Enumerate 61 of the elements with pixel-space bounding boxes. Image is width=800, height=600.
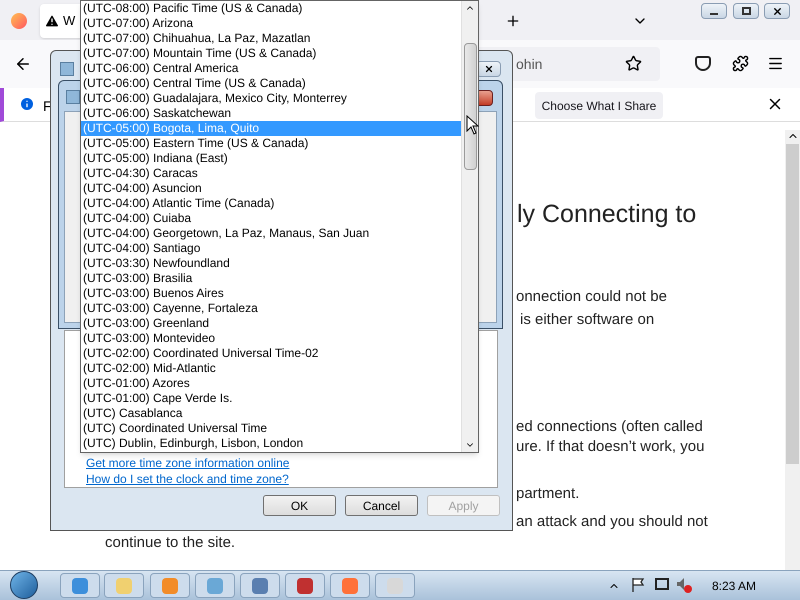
clock-time[interactable]: 8:23 AM (712, 577, 756, 595)
time-zone-option[interactable]: (UTC-01:00) Azores (81, 376, 461, 391)
time-zone-option[interactable]: (UTC-03:00) Buenos Aires (81, 286, 461, 301)
restore-button[interactable] (733, 3, 759, 19)
scrollbar[interactable] (785, 130, 800, 570)
new-tab-icon[interactable] (505, 13, 521, 29)
time-zone-option[interactable]: (UTC-03:00) Brasilia (81, 271, 461, 286)
time-zone-option[interactable]: (UTC-02:00) Coordinated Universal Time-02 (81, 346, 461, 361)
time-zone-option[interactable]: (UTC-05:00) Eastern Time (US & Canada) (81, 136, 461, 151)
tab-title: W (63, 12, 76, 30)
time-zone-option[interactable]: (UTC-06:00) Saskatchewan (81, 106, 461, 121)
time-zone-option[interactable]: (UTC-07:00) Mountain Time (US & Canada) (81, 46, 461, 61)
flag-icon[interactable] (631, 577, 645, 593)
close-icon (772, 6, 782, 16)
time-zone-option[interactable]: (UTC-02:00) Mid-Atlantic (81, 361, 461, 376)
page-text: an attack and you should not (516, 512, 708, 532)
dialog-button[interactable]: Cancel (345, 495, 418, 516)
time-zone-option[interactable]: (UTC-06:00) Central America (81, 61, 461, 76)
time-zone-option[interactable]: (UTC-04:00) Atlantic Time (Canada) (81, 196, 461, 211)
back-icon[interactable] (14, 55, 32, 73)
time-zone-option[interactable]: (UTC-04:00) Asuncion (81, 181, 461, 196)
list-scrollbar[interactable] (461, 1, 478, 452)
time-zone-option[interactable]: (UTC-03:00) Montevideo (81, 331, 461, 346)
time-zone-option[interactable]: (UTC-04:00) Cuiaba (81, 211, 461, 226)
time-zone-option[interactable]: (UTC-04:30) Caracas (81, 166, 461, 181)
clock-help-link[interactable]: How do I set the clock and time zone? (86, 470, 289, 488)
choose-what-i-share-button[interactable]: Choose What I Share (535, 92, 663, 119)
time-zone-option[interactable]: (UTC-06:00) Central Time (US & Canada) (81, 76, 461, 91)
menu-icon[interactable] (767, 55, 784, 72)
page-text: continue to the site. (105, 533, 236, 553)
time-zone-option[interactable]: (UTC-07:00) Arizona (81, 16, 461, 31)
time-zone-option[interactable]: (UTC-03:00) Cayenne, Fortaleza (81, 301, 461, 316)
time-zone-option[interactable]: (UTC-04:00) Santiago (81, 241, 461, 256)
page-text: partment. (516, 484, 580, 504)
time-zone-option[interactable]: (UTC-03:00) Greenland (81, 316, 461, 331)
muted-speaker-icon[interactable] (676, 577, 692, 593)
time-zone-option[interactable]: (UTC-04:00) Georgetown, La Paz, Manaus, San Juan (81, 226, 461, 241)
pocket-icon[interactable] (695, 56, 711, 71)
extensions-icon[interactable] (732, 55, 749, 72)
close-button[interactable] (764, 3, 790, 19)
page-text: ure. If that doesn’t work, you (516, 437, 704, 457)
time-zone-option[interactable]: (UTC-01:00) Cape Verde Is. (81, 391, 461, 406)
bookmark-star-icon[interactable] (625, 55, 642, 72)
close-icon (484, 64, 494, 74)
time-zone-info-link[interactable]: Get more time zone information online (86, 454, 290, 472)
page-heading: ly Connecting to (517, 199, 696, 230)
time-zone-option[interactable]: (UTC-05:00) Indiana (East) (81, 151, 461, 166)
page-text: ed connections (often called (516, 417, 703, 437)
minimize-button[interactable] (701, 3, 727, 19)
warning-icon (44, 13, 60, 29)
time-zone-option[interactable]: (UTC-06:00) Guadalajara, Mexico City, Monterrey (81, 91, 461, 106)
dialog-button[interactable]: OK (263, 495, 336, 516)
time-zone-option[interactable]: (UTC-07:00) Chihuahua, La Paz, Mazatlan (81, 31, 461, 46)
time-zone-option[interactable]: (UTC-08:00) Pacific Time (US & Canada) (81, 1, 461, 16)
time-zone-option[interactable]: (UTC) Coordinated Universal Time (81, 421, 461, 436)
time-zone-option[interactable]: (UTC) Casablanca (81, 406, 461, 421)
page-text: onnection could not be (516, 287, 667, 307)
scroll-thumb[interactable] (464, 43, 476, 170)
page-text: is either software on (520, 310, 654, 330)
time-zone-option[interactable]: (UTC) Dublin, Edinburgh, Lisbon, London (81, 436, 461, 451)
time-zone-option[interactable]: (UTC-03:30) Newfoundland (81, 256, 461, 271)
